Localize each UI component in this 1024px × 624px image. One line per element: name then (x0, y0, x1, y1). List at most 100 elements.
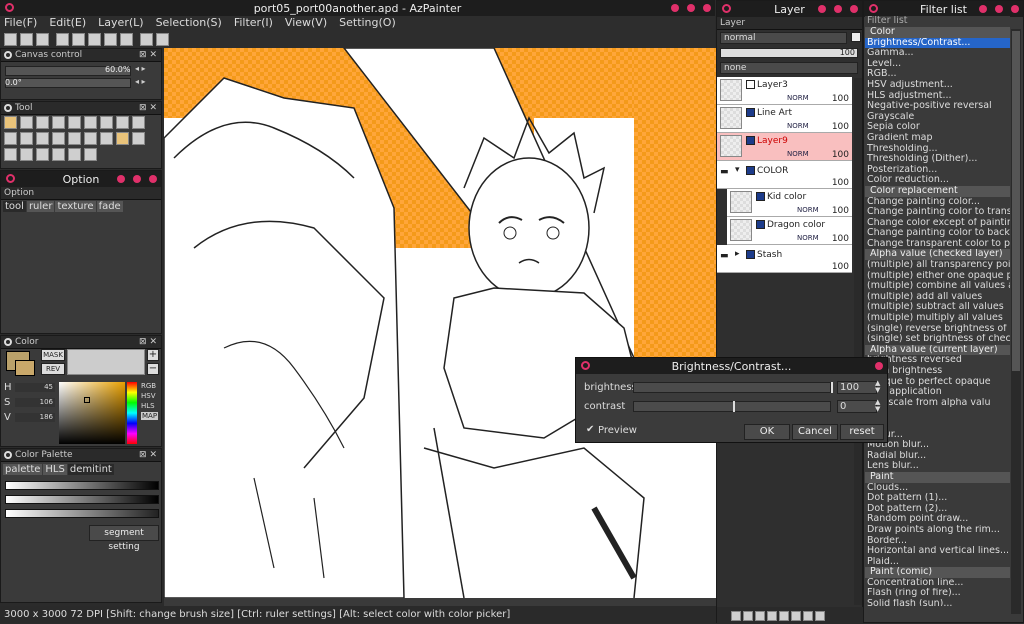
magic-wand-tool-icon[interactable] (20, 132, 33, 145)
combine-layer-icon[interactable] (791, 610, 801, 621)
layer-folder[interactable]: ▬ ▾ COLOR 100 (717, 161, 852, 189)
text-tool-icon[interactable] (84, 116, 97, 129)
hue-bar[interactable] (127, 382, 137, 444)
filter-item[interactable]: (multiple) either one opaque po (865, 271, 1010, 282)
layer-visibility-icon[interactable] (746, 166, 755, 175)
texture-select[interactable]: none (720, 62, 858, 74)
filter-item[interactable]: Brightness/Contrast... (865, 37, 1010, 49)
filter-item[interactable]: Change painting color to transp (865, 207, 1010, 218)
option-close[interactable] (149, 175, 157, 183)
menu-filter[interactable]: Filter(I) (234, 16, 273, 31)
hand-tool-icon[interactable] (52, 132, 65, 145)
undo-icon[interactable] (140, 33, 153, 46)
menu-setting[interactable]: Setting(O) (339, 16, 396, 31)
layer-folder[interactable]: ▬ ▸ Stash 100 (717, 245, 852, 273)
tab-ruler[interactable]: ruler (26, 201, 55, 212)
filter-maximize[interactable] (995, 5, 1003, 13)
opacity-slider[interactable]: 100 (720, 48, 858, 58)
canvas-hscroll[interactable] (164, 598, 716, 606)
menu-selection[interactable]: Selection(S) (156, 16, 222, 31)
filter-item[interactable]: (single) set brightness of checke (865, 334, 1010, 345)
contrast-slider-handle[interactable] (733, 401, 735, 412)
layer-panel-scrollbar[interactable] (854, 78, 862, 605)
layer-minimize[interactable] (818, 5, 826, 13)
filter-item[interactable]: (single) reverse brightness of che (865, 324, 1010, 335)
fill-tool-icon[interactable] (52, 116, 65, 129)
tab-demitint[interactable]: demitint (67, 464, 114, 475)
filter-item[interactable]: (multiple) add all values (865, 292, 1010, 303)
spline-tool-icon[interactable] (68, 148, 81, 161)
ellipse-tool-icon[interactable] (20, 148, 33, 161)
filter-item[interactable]: Solid flash (sun)... (865, 599, 1010, 606)
brush-tool-icon[interactable] (4, 116, 17, 129)
panel-controls[interactable]: ⊠ ✕ (139, 337, 157, 347)
pen-tool-icon[interactable] (20, 116, 33, 129)
guide-icon[interactable] (72, 33, 85, 46)
line-tool-icon[interactable] (132, 132, 145, 145)
layer-visibility-icon[interactable] (746, 250, 755, 259)
demitint-bar-2[interactable] (5, 495, 159, 504)
tab-tool[interactable]: tool (3, 201, 26, 212)
picker-tool-icon[interactable] (100, 132, 113, 145)
filter-item[interactable]: (multiple) all transparency point (865, 260, 1010, 271)
menu-view[interactable]: View(V) (285, 16, 327, 31)
brightness-input[interactable]: 100 (837, 381, 877, 394)
lasso-tool-icon[interactable] (4, 132, 17, 145)
rotate-tool-icon[interactable] (84, 132, 97, 145)
filter-item[interactable]: Grayscale (865, 112, 1010, 123)
contrast-spinner[interactable]: ▲ ▼ (875, 399, 880, 413)
move-down-icon[interactable] (815, 610, 825, 621)
filter-item[interactable]: Flash (ring of fire)... (865, 588, 1010, 599)
filter-item[interactable]: Negative-positive reversal (865, 101, 1010, 112)
filter-item[interactable]: Level... (865, 59, 1010, 70)
s-slider[interactable]: 106 (15, 398, 55, 407)
polygon-tool-icon[interactable] (36, 148, 49, 161)
filter-item[interactable]: Change transparent color to pai (865, 239, 1010, 250)
layer-visibility-icon[interactable] (746, 80, 755, 89)
filter-item[interactable]: Lens blur... (865, 461, 1010, 472)
option-maximize[interactable] (133, 175, 141, 183)
v-slider[interactable]: 186 (15, 413, 55, 422)
layer-item[interactable]: Kid color NORM 100 (727, 189, 852, 217)
layer-item[interactable]: Line Art NORM 100 (717, 105, 852, 133)
filter-item[interactable]: Concentration line... (865, 578, 1010, 589)
screen-icon[interactable] (104, 33, 117, 46)
folder-expand-icon[interactable]: ▾ (735, 165, 740, 175)
tab-palette[interactable]: palette (3, 464, 43, 475)
tab-hls[interactable]: HLS (43, 464, 67, 475)
merge-layer-icon[interactable] (779, 610, 789, 621)
filter-item[interactable]: Draw points along the rim... (865, 525, 1010, 536)
filter-item[interactable]: Random point draw... (865, 514, 1010, 525)
filter-scrollbar[interactable] (1011, 29, 1021, 614)
minimize-button[interactable] (671, 4, 679, 12)
segment-setting-button[interactable]: segment setting (89, 525, 159, 552)
cancel-button[interactable]: Cancel (792, 424, 838, 440)
fit-view-icon[interactable] (88, 33, 101, 46)
h-slider[interactable]: 45 (15, 383, 55, 392)
filter-item[interactable]: Radial blur... (865, 451, 1010, 462)
blend-mode-select[interactable]: normal (720, 32, 847, 44)
new-folder-icon[interactable] (743, 610, 753, 621)
demitint-bar-1[interactable] (5, 481, 159, 490)
filter-item[interactable]: Gradient map (865, 133, 1010, 144)
filter-item[interactable]: HLS adjustment... (865, 91, 1010, 102)
window-icon[interactable] (120, 33, 133, 46)
delete-layer-icon[interactable] (767, 610, 777, 621)
filter-minimize[interactable] (979, 5, 987, 13)
filter-item[interactable]: Border... (865, 536, 1010, 547)
contrast-input[interactable]: 0 (837, 400, 877, 413)
move-up-icon[interactable] (803, 610, 813, 621)
gear-tool-icon[interactable] (52, 148, 65, 161)
grid-icon[interactable] (56, 33, 69, 46)
mode-rgb[interactable]: RGB (141, 382, 158, 390)
mask-button[interactable]: MASK (41, 349, 65, 361)
filter-item[interactable]: Posterization... (865, 165, 1010, 176)
mode-hls[interactable]: HLS (141, 402, 158, 410)
move-tool-icon[interactable] (100, 116, 113, 129)
filter-item[interactable]: Change painting color... (865, 197, 1010, 208)
filter-item[interactable]: Thresholding... (865, 144, 1010, 155)
filter-item[interactable]: (multiple) subtract all values (865, 302, 1010, 313)
panel-controls[interactable]: ⊠ ✕ (139, 50, 157, 60)
layer-maximize[interactable] (834, 5, 842, 13)
contrast-slider[interactable] (633, 401, 831, 412)
